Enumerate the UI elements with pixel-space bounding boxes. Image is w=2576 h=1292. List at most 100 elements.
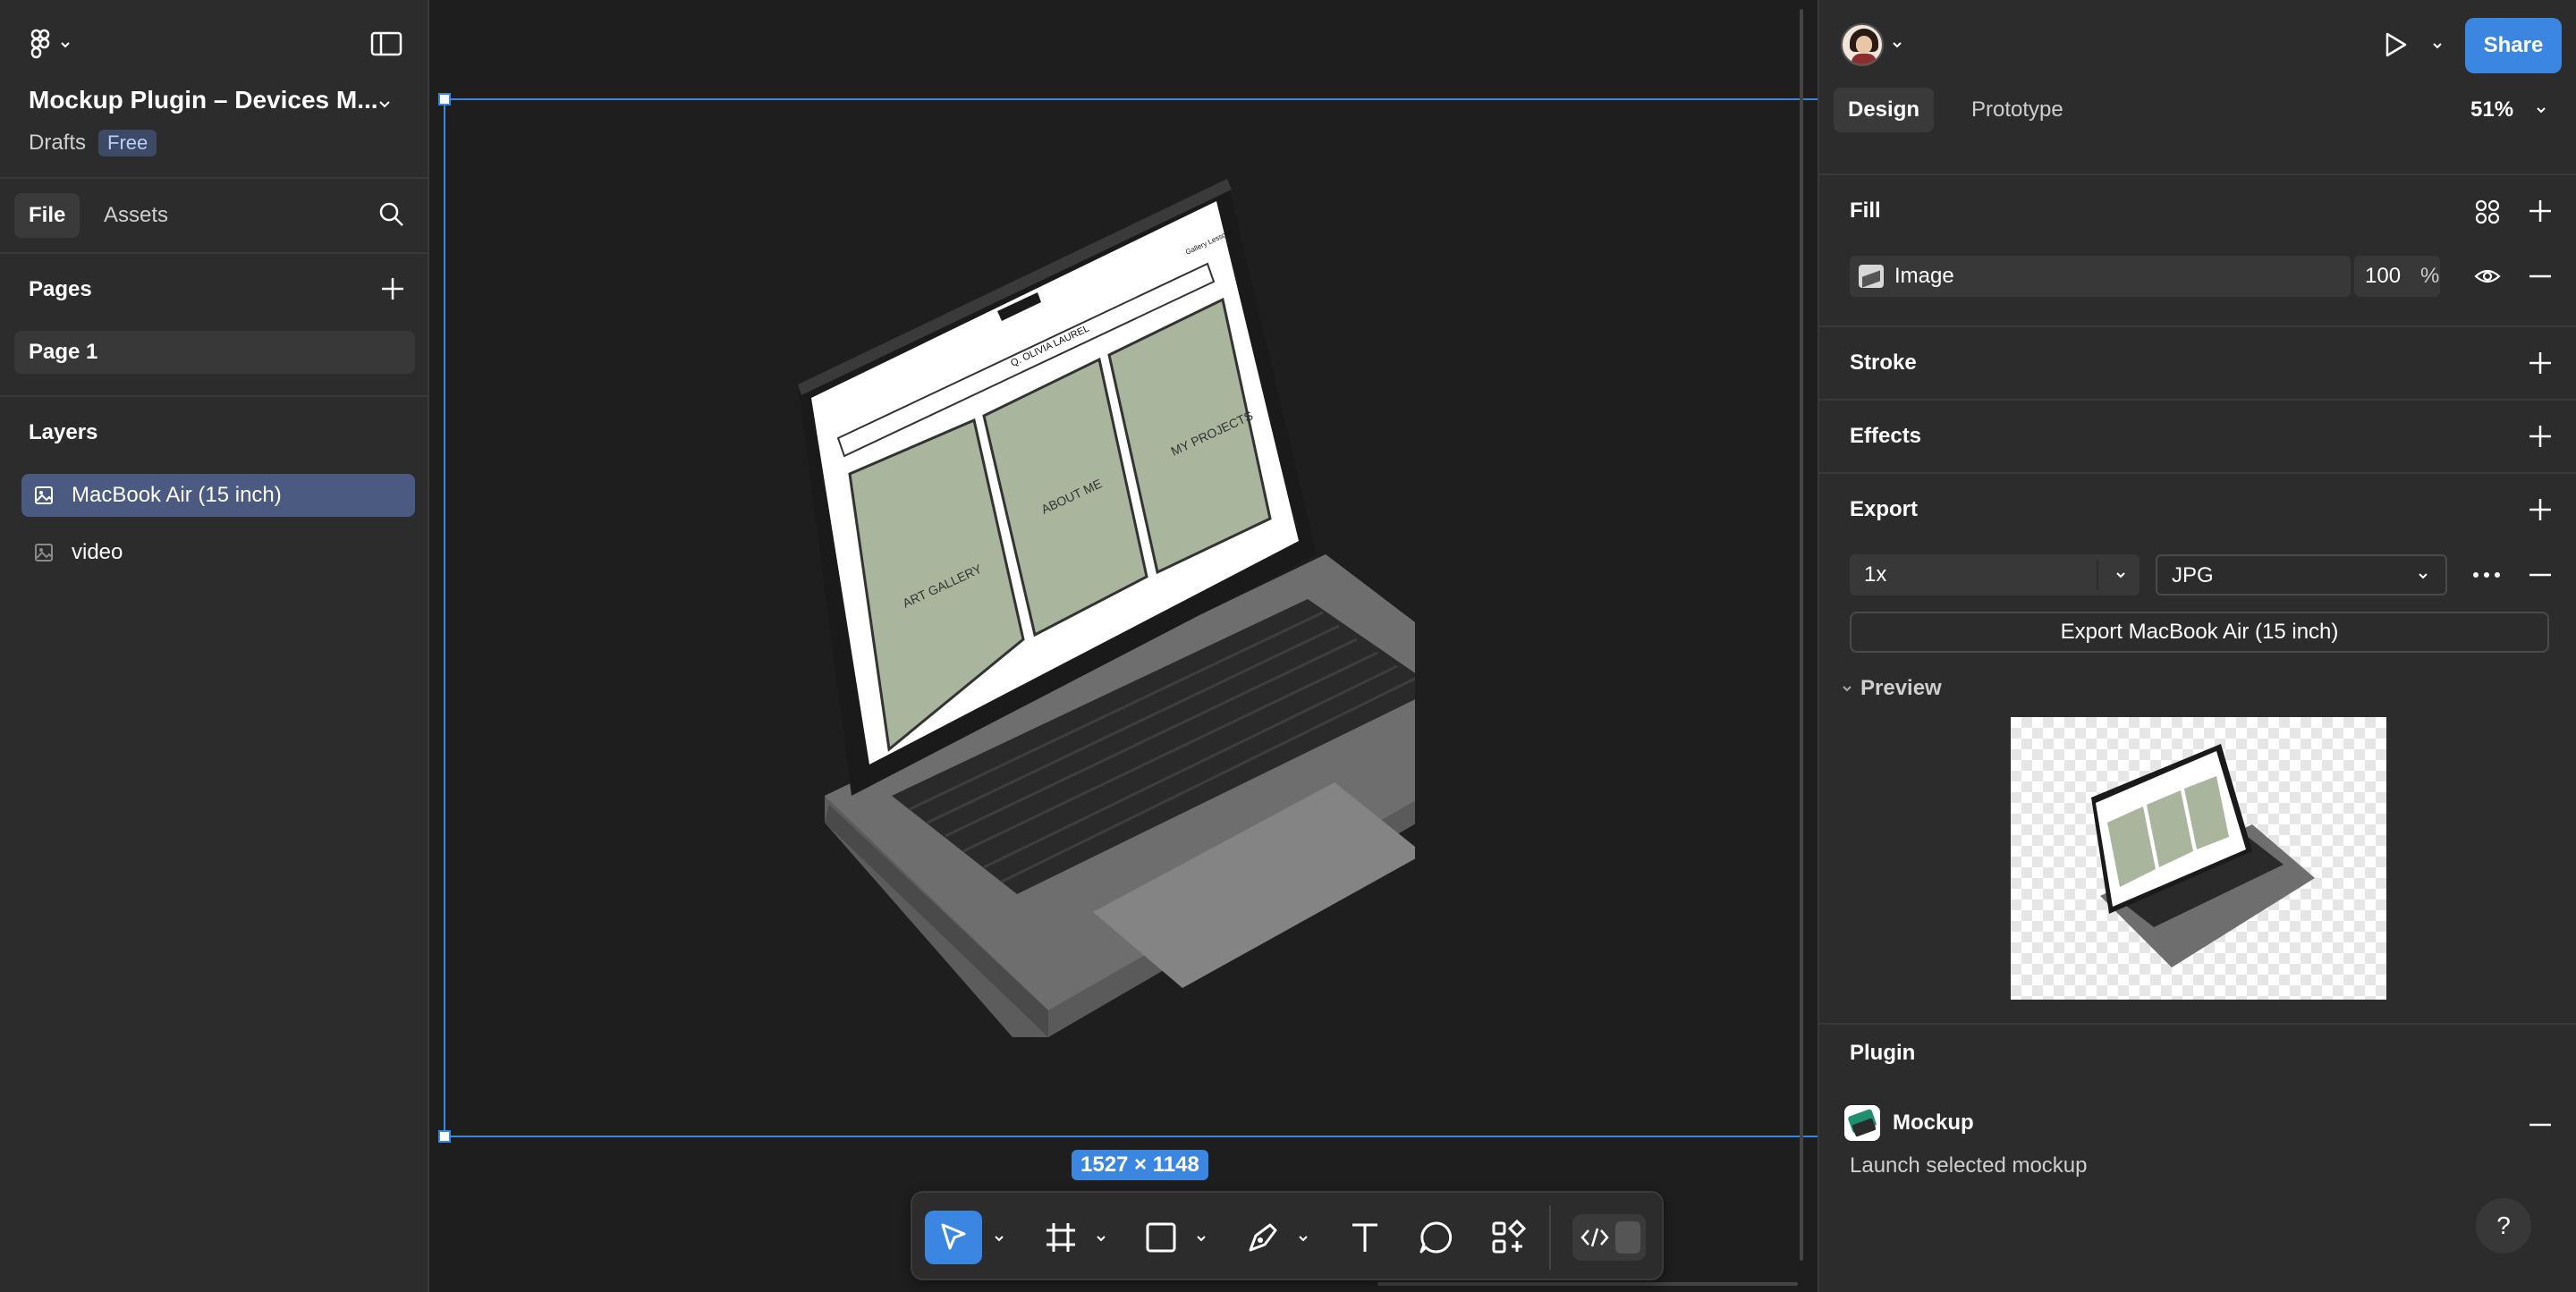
fill-opacity-value: 100 — [2365, 264, 2402, 288]
chevron-down-icon[interactable] — [376, 95, 394, 113]
play-icon[interactable] — [2381, 30, 2410, 59]
remove-plugin-icon[interactable] — [2528, 1112, 2553, 1137]
dev-mode-toggle[interactable] — [1572, 1214, 1646, 1261]
chevron-down-icon — [1843, 686, 1852, 692]
layer-label: MacBook Air (15 inch) — [72, 483, 282, 507]
tab-prototype[interactable]: Prototype — [1957, 88, 2078, 132]
layer-item-video[interactable]: video — [21, 531, 415, 574]
more-options-icon[interactable] — [2470, 562, 2503, 588]
remove-export-icon[interactable] — [2528, 562, 2553, 587]
chevron-down-icon[interactable] — [1297, 1232, 1309, 1245]
canvas[interactable]: Q. OLIVIA LAUREL Gallery Lessons ART GAL… — [431, 0, 1818, 1292]
avatar — [1841, 23, 1884, 66]
move-tool-button[interactable] — [925, 1211, 982, 1264]
share-button[interactable]: Share — [2465, 18, 2562, 73]
layers-title: Layers — [29, 420, 98, 444]
add-page-icon[interactable] — [379, 275, 406, 302]
chevron-down-icon[interactable] — [2431, 39, 2444, 52]
chevron-down-icon — [1893, 42, 1902, 48]
divider — [0, 177, 428, 179]
tab-file[interactable]: File — [14, 193, 80, 238]
preview-macbook-icon — [2091, 744, 2315, 967]
styles-grid-icon[interactable] — [2474, 198, 2501, 225]
canvas-scrollbar[interactable] — [1800, 9, 1803, 1261]
eye-icon[interactable] — [2474, 263, 2501, 290]
resize-handle[interactable] — [438, 1130, 451, 1143]
fill-title: Fill — [1850, 198, 1881, 223]
fill-opacity-field[interactable]: 100 % — [2354, 256, 2440, 297]
tab-assets[interactable]: Assets — [89, 193, 182, 238]
resize-handle[interactable] — [438, 93, 451, 106]
export-scale-select[interactable]: 1x — [1850, 554, 2140, 595]
fill-opacity-unit: % — [2420, 264, 2440, 288]
comment-tool-icon[interactable] — [1417, 1218, 1456, 1257]
plugin-name[interactable]: Mockup — [1893, 1110, 1974, 1136]
select-divider — [2097, 560, 2098, 590]
plugin-description[interactable]: Launch selected mockup — [1850, 1153, 2088, 1178]
user-menu[interactable] — [1841, 23, 1909, 66]
chevron-down-icon[interactable] — [2535, 104, 2547, 116]
mockup-plugin-icon — [1844, 1105, 1880, 1141]
add-export-icon[interactable] — [2528, 497, 2553, 522]
preview-label: Preview — [1860, 676, 1942, 700]
dimension-label: 1527 × 1148 — [1072, 1150, 1208, 1180]
actions-tool-icon[interactable] — [1488, 1218, 1528, 1257]
chevron-down-icon — [2419, 573, 2428, 579]
text-tool-icon[interactable] — [1345, 1218, 1385, 1257]
canvas-h-scrollbar[interactable] — [1377, 1282, 1798, 1286]
image-icon — [35, 486, 53, 504]
divider — [1819, 1023, 2576, 1025]
main-menu-button[interactable] — [27, 27, 80, 63]
fill-type-field[interactable]: Image — [1850, 256, 2351, 297]
chevron-down-icon — [61, 42, 70, 48]
export-preview-image — [2011, 717, 2386, 1000]
page-item[interactable]: Page 1 — [14, 331, 415, 374]
rectangle-tool-icon[interactable] — [1141, 1218, 1181, 1257]
plugin-title: Plugin — [1850, 1041, 1916, 1065]
image-icon — [35, 544, 53, 562]
pages-title: Pages — [29, 277, 92, 301]
preview-toggle[interactable]: Preview — [1841, 676, 1942, 701]
search-icon[interactable] — [377, 200, 406, 229]
tab-design[interactable]: Design — [1834, 88, 1935, 132]
chevron-down-icon[interactable] — [993, 1232, 1005, 1245]
macbook-mockup-image[interactable]: Q. OLIVIA LAUREL Gallery Lessons ART GAL… — [699, 179, 1415, 1055]
cursor-arrow-icon — [941, 1223, 966, 1250]
add-effect-icon[interactable] — [2528, 424, 2553, 449]
divider — [1819, 472, 2576, 474]
file-title[interactable]: Mockup Plugin – Devices M... — [29, 86, 378, 114]
code-icon — [1580, 1228, 1609, 1247]
layer-label: video — [72, 540, 123, 564]
file-name: Mockup Plugin – Devices M... — [29, 86, 378, 114]
export-title: Export — [1850, 497, 1919, 521]
frame-tool-icon[interactable] — [1041, 1218, 1080, 1257]
effects-title: Effects — [1850, 424, 1922, 448]
toggle-knob — [1615, 1221, 1640, 1254]
add-stroke-icon[interactable] — [2528, 350, 2553, 376]
zoom-level[interactable]: 51% — [2470, 88, 2513, 132]
chevron-down-icon[interactable] — [1195, 1232, 1208, 1245]
divider — [0, 252, 428, 254]
chevron-down-icon[interactable] — [1095, 1232, 1107, 1245]
export-scale-value: 1x — [1864, 562, 1887, 587]
add-fill-icon[interactable] — [2528, 198, 2553, 224]
chevron-down-icon — [2116, 572, 2125, 578]
file-location[interactable]: Drafts — [29, 131, 86, 156]
toolbar-divider — [1549, 1205, 1551, 1270]
toggle-sidebar-button[interactable] — [370, 30, 402, 57]
fill-type-label: Image — [1894, 264, 1954, 288]
stroke-title: Stroke — [1850, 350, 1917, 375]
left-sidebar: Mockup Plugin – Devices M... Drafts Free… — [0, 0, 429, 1292]
export-format-select[interactable]: JPG — [2156, 554, 2447, 595]
layer-item-macbook[interactable]: MacBook Air (15 inch) — [21, 474, 415, 517]
remove-fill-icon[interactable] — [2528, 264, 2553, 289]
pen-tool-icon[interactable] — [1243, 1218, 1283, 1257]
export-format-value: JPG — [2172, 563, 2214, 587]
figma-logo-icon — [30, 29, 50, 59]
file-location-row: Drafts Free — [29, 130, 157, 156]
export-button[interactable]: Export MacBook Air (15 inch) — [1850, 612, 2549, 653]
divider — [1819, 173, 2576, 175]
help-button[interactable]: ? — [2476, 1198, 2531, 1254]
properties-panel: Share Design Prototype 51% Fill Image 10… — [1818, 0, 2576, 1292]
plan-badge: Free — [98, 130, 157, 156]
